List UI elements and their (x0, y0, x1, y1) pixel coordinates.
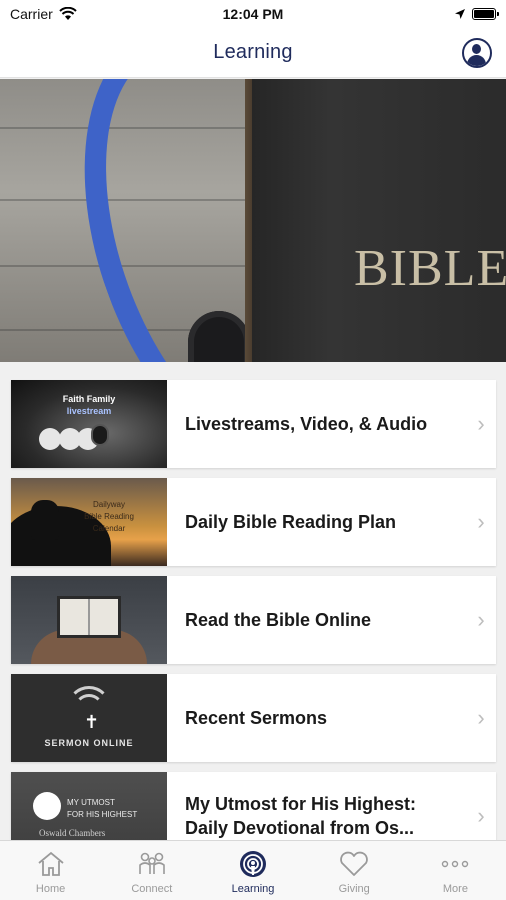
page-title: Learning (213, 41, 293, 63)
tab-more[interactable]: More (405, 841, 506, 900)
chevron-right-icon: › (477, 607, 485, 632)
list-item-daily-reading-plan[interactable]: Dailyway Bible Reading Calendar Daily Bi… (11, 478, 496, 566)
tab-giving[interactable]: Giving (304, 841, 405, 900)
reading-plan-thumbnail: Dailyway Bible Reading Calendar (11, 478, 167, 566)
profile-icon[interactable] (462, 38, 492, 68)
podcast-icon (237, 849, 269, 879)
open-bible-thumbnail (11, 576, 167, 664)
list-item-label: Livestreams, Video, & Audio (185, 414, 428, 434)
bible-graphic (252, 79, 506, 362)
bible-cover-label: BIBLE (354, 240, 506, 297)
battery-icon (472, 8, 499, 20)
learning-list: Faith Family livestream Livestreams, Vid… (11, 380, 496, 870)
list-item-recent-sermons[interactable]: ✝ SERMON ONLINE Recent Sermons › (11, 674, 496, 762)
tab-connect[interactable]: Connect (101, 841, 202, 900)
chevron-right-icon: › (477, 509, 485, 534)
list-item-label: My Utmost for His Highest: Daily Devotio… (185, 794, 417, 838)
status-bar: Carrier 12:04 PM (0, 0, 506, 28)
hero-image: BIBLE (0, 79, 506, 362)
wifi-icon (59, 7, 77, 20)
status-left: Carrier (10, 6, 77, 22)
home-icon (35, 849, 67, 879)
list-item-label: Daily Bible Reading Plan (185, 512, 397, 532)
list-item-read-bible[interactable]: Read the Bible Online › (11, 576, 496, 664)
chevron-right-icon: › (477, 803, 485, 828)
list-item-livestreams[interactable]: Faith Family livestream Livestreams, Vid… (11, 380, 496, 468)
list-item-label: Recent Sermons (185, 708, 328, 728)
carrier-label: Carrier (10, 6, 53, 22)
list-item-label: Read the Bible Online (185, 610, 372, 630)
tab-home[interactable]: Home (0, 841, 101, 900)
chevron-right-icon: › (477, 705, 485, 730)
tab-label: Giving (338, 883, 370, 895)
tab-bar: Home Connect Learning Giving More (0, 840, 506, 900)
more-dots-icon (439, 849, 471, 879)
tab-label: Home (35, 883, 66, 895)
location-arrow-icon (455, 9, 465, 19)
heart-icon (338, 849, 370, 879)
people-icon (136, 849, 168, 879)
status-right (454, 8, 499, 20)
tab-label: Learning (231, 883, 275, 895)
sermon-online-thumbnail: ✝ SERMON ONLINE (11, 674, 167, 762)
tab-label: More (442, 883, 468, 895)
globe-icon (33, 792, 61, 820)
tab-label: Connect (131, 883, 173, 895)
tab-learning[interactable]: Learning (202, 841, 303, 900)
livestream-thumbnail: Faith Family livestream (11, 380, 167, 468)
chevron-right-icon: › (477, 411, 485, 436)
nav-bar: Learning (0, 28, 506, 78)
